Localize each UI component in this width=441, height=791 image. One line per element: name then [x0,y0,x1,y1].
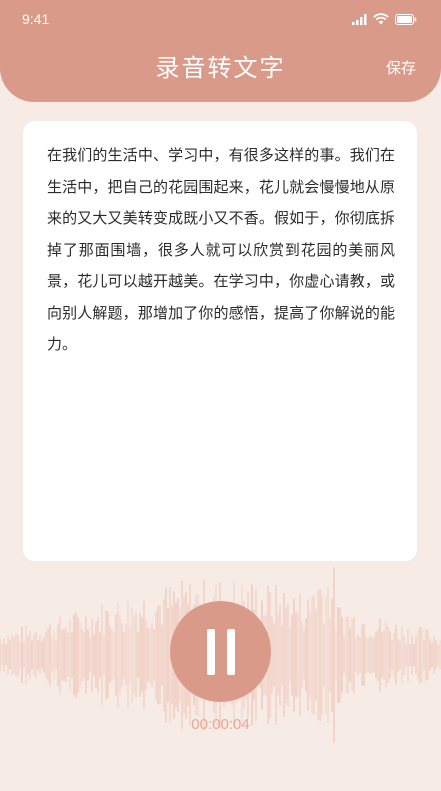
pause-button[interactable] [170,601,271,702]
transcript-card: 在我们的生活中、学习中，有很多这样的事。我们在生活中，把自己的花园围起来，花儿就… [23,121,417,561]
header-bar: 9:41 录音转文字 保存 [0,0,441,102]
status-bar: 9:41 [0,0,441,40]
page-title: 录音转文字 [155,54,286,82]
status-time: 9:41 [22,11,50,27]
battery-icon [395,13,417,25]
signal-icon [352,13,367,25]
pause-icon [206,628,215,675]
transcript-text: 在我们的生活中、学习中，有很多这样的事。我们在生活中，把自己的花园围起来，花儿就… [47,146,395,353]
status-icons [352,13,417,25]
pause-icon [226,628,235,675]
elapsed-timer: 00:00:04 [191,716,250,733]
save-button[interactable]: 保存 [386,57,416,78]
wifi-icon [373,13,389,25]
